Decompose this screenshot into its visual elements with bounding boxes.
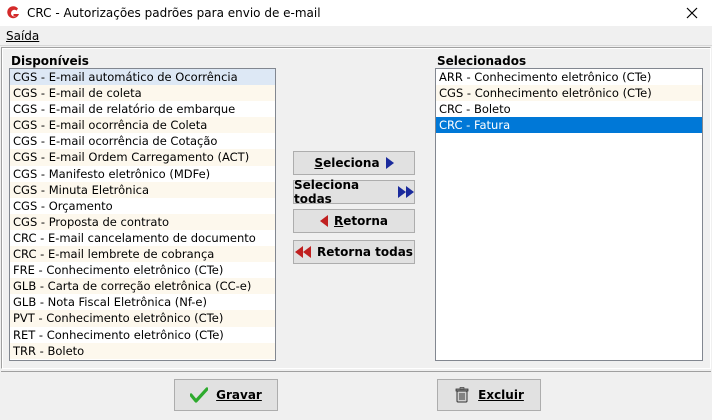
menu-item-saida[interactable]: Saída xyxy=(6,29,39,43)
checkmark-icon xyxy=(190,387,209,403)
list-item[interactable]: CGS - E-mail de relatório de embarque xyxy=(10,101,275,117)
delete-button[interactable]: Excluir xyxy=(437,379,541,411)
save-button[interactable]: Gravar xyxy=(174,379,278,411)
list-item[interactable]: GLB - Carta de correção eletrônica (CC-e… xyxy=(10,278,275,295)
double-arrow-right-icon xyxy=(398,186,414,198)
window-title: CRC - Autorizações padrões para envio de… xyxy=(27,6,321,20)
return-all-label: Retorna todas xyxy=(317,245,413,259)
selected-list[interactable]: ARR - Conhecimento eletrônico (CTe) CGS -… xyxy=(435,68,703,361)
available-list[interactable]: CGS - E-mail automático de Ocorrência CGS… xyxy=(9,68,276,361)
close-button[interactable] xyxy=(672,0,712,26)
double-arrow-left-icon xyxy=(295,246,312,258)
trash-icon xyxy=(455,387,469,403)
list-item[interactable]: CGS - E-mail ocorrência de Coleta xyxy=(10,117,275,134)
list-item[interactable]: CGS - Conhecimento eletrônico (CTe) xyxy=(436,85,702,102)
list-item[interactable]: CGS - E-mail ocorrência de Cotação xyxy=(10,133,275,149)
title-bar: CRC - Autorizações padrões para envio de… xyxy=(0,0,712,26)
menu-bar: Saída xyxy=(0,26,712,46)
return-all-button[interactable]: Retorna todas xyxy=(293,240,415,264)
bottom-bar xyxy=(1,371,711,420)
arrow-left-icon xyxy=(320,215,329,227)
delete-label: Excluir xyxy=(478,388,524,402)
list-item[interactable]: CRC - Fatura xyxy=(436,117,702,134)
save-label: Gravar xyxy=(216,388,262,402)
arrow-right-icon xyxy=(385,157,394,169)
list-item[interactable]: CGS - E-mail de coleta xyxy=(10,85,275,102)
select-label: Seleciona xyxy=(314,156,380,170)
select-all-button[interactable]: Seleciona todas xyxy=(293,178,415,206)
list-item[interactable]: CRC - E-mail cancelamento de documento xyxy=(10,230,275,246)
list-item[interactable]: PVT - Conhecimento eletrônico (CTe) xyxy=(10,310,275,327)
list-item[interactable]: TRR - Boleto xyxy=(10,342,275,359)
list-item[interactable]: CGS - Minuta Eletrônica xyxy=(10,181,275,198)
close-icon xyxy=(686,7,698,19)
list-item[interactable]: CGS - Proposta de contrato xyxy=(10,213,275,230)
list-item[interactable]: FRE - Conhecimento eletrônico (CTe) xyxy=(10,262,275,278)
select-all-label: Seleciona todas xyxy=(294,178,360,206)
list-item[interactable]: CGS - E-mail Ordem Carregamento (ACT) xyxy=(10,149,275,166)
list-item[interactable]: CRC - E-mail lembrete de cobrança xyxy=(10,246,275,263)
return-button[interactable]: Retorna xyxy=(293,209,415,233)
list-item[interactable]: RET - Conhecimento eletrônico (CTe) xyxy=(10,327,275,343)
list-item[interactable]: CRC - Boleto xyxy=(436,101,702,117)
return-label: Retorna xyxy=(334,214,388,228)
list-item[interactable]: CGS - Manifesto eletrônico (MDFe) xyxy=(10,166,275,182)
list-item[interactable]: ARR - Conhecimento eletrônico (CTe) xyxy=(436,69,702,85)
list-item[interactable]: GLB - Nota Fiscal Eletrônica (Nf-e) xyxy=(10,294,275,310)
app-logo-icon xyxy=(7,6,19,19)
list-item[interactable]: CGS - Orçamento xyxy=(10,198,275,214)
list-item[interactable]: CGS - E-mail automático de Ocorrência xyxy=(10,69,275,86)
select-button[interactable]: Seleciona xyxy=(293,151,415,175)
selected-caption: Selecionados xyxy=(437,54,527,68)
available-caption: Disponíveis xyxy=(11,54,89,68)
